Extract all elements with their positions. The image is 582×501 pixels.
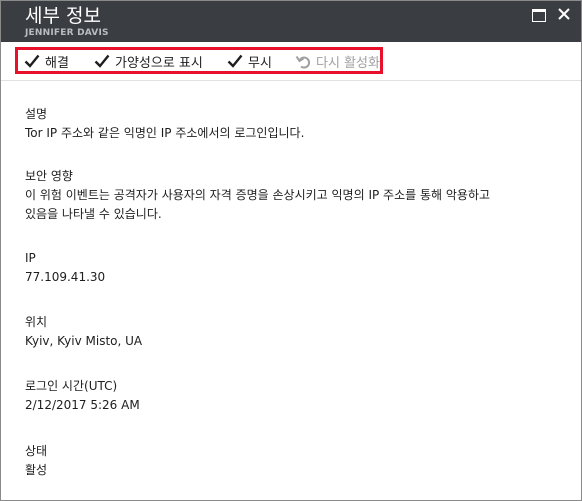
location-value: Kyiv, Kyiv Misto, UA	[25, 334, 143, 348]
impact-value-line1: 이 위험 이벤트는 공격자가 사용자의 자격 증명을 손상시키고 익명의 IP …	[25, 188, 491, 202]
impact-value-line2: 있음을 나타낼 수 있습니다.	[25, 207, 162, 221]
impact-label: 보안 영향	[25, 169, 73, 183]
status-section: 상태 활성	[25, 442, 565, 480]
login-time-section: 로그인 시간(UTC) 2/12/2017 5:26 AM	[25, 377, 565, 415]
ip-label: IP	[25, 251, 36, 265]
ignore-button[interactable]: 무시	[227, 52, 272, 71]
reactivate-label: 다시 활성화	[316, 55, 380, 71]
maximize-button[interactable]	[530, 5, 548, 23]
impact-section: 보안 영향 이 위험 이벤트는 공격자가 사용자의 자격 증명을 손상시키고 익…	[25, 167, 565, 224]
login-time-value: 2/12/2017 5:26 AM	[25, 398, 140, 412]
resolve-label: 해결	[45, 55, 69, 71]
blade-subtitle: JENNIFER DAVIS	[25, 28, 109, 38]
checkmark-icon	[24, 54, 40, 68]
checkmark-icon	[94, 54, 110, 68]
ip-section: IP 77.109.41.30	[25, 249, 565, 287]
undo-icon	[295, 55, 311, 69]
blade-title: 세부 정보	[25, 5, 101, 27]
ip-value: 77.109.41.30	[25, 270, 106, 284]
details-blade: 세부 정보 JENNIFER DAVIS 해결 가양성으로 표시 무시 다시 활…	[0, 0, 582, 501]
description-value: Tor IP 주소와 같은 익명인 IP 주소에서의 로그인입니다.	[25, 126, 305, 140]
blade-header: 세부 정보 JENNIFER DAVIS	[1, 1, 581, 42]
description-label: 설명	[25, 107, 48, 121]
mark-false-positive-label: 가양성으로 표시	[115, 55, 203, 71]
close-icon	[558, 8, 570, 20]
description-section: 설명 Tor IP 주소와 같은 익명인 IP 주소에서의 로그인입니다.	[25, 105, 565, 143]
resolve-button[interactable]: 해결	[24, 52, 69, 71]
command-bar: 해결 가양성으로 표시 무시 다시 활성화	[1, 42, 581, 81]
mark-false-positive-button[interactable]: 가양성으로 표시	[94, 52, 203, 71]
status-value: 활성	[25, 463, 48, 477]
reactivate-button: 다시 활성화	[295, 52, 380, 71]
location-section: 위치 Kyiv, Kyiv Misto, UA	[25, 313, 565, 351]
ignore-label: 무시	[248, 55, 272, 71]
location-label: 위치	[25, 315, 48, 329]
status-label: 상태	[25, 444, 48, 458]
login-time-label: 로그인 시간(UTC)	[25, 379, 118, 393]
checkmark-icon	[227, 54, 243, 68]
close-button[interactable]	[555, 5, 573, 23]
